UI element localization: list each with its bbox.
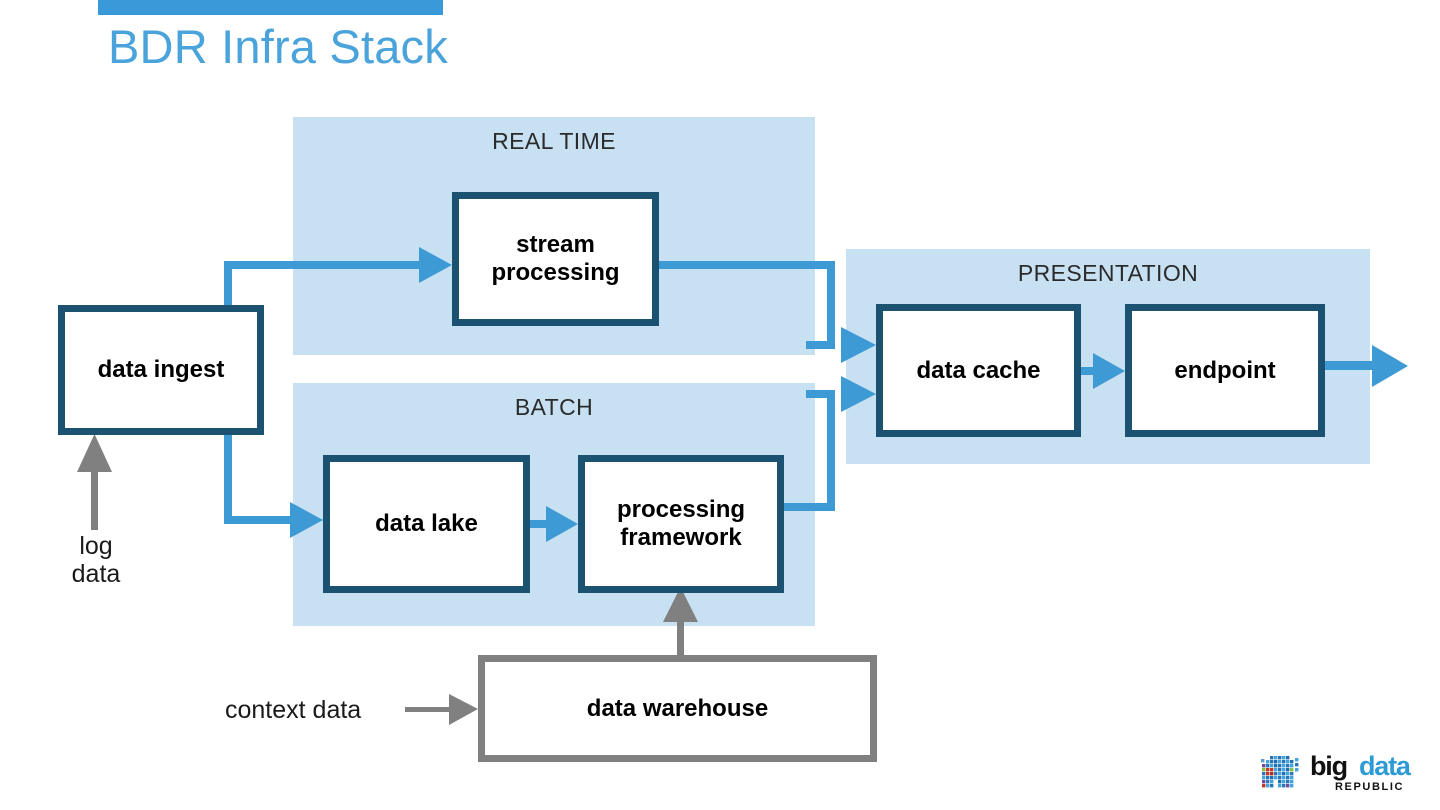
box-label-line-1: processing bbox=[616, 496, 746, 524]
box-label-endpoint: endpoint bbox=[1174, 356, 1276, 384]
pixel-elephant-icon bbox=[1261, 756, 1299, 788]
logo-wordmark: big data REPUBLIC bbox=[1310, 752, 1434, 798]
label-log-data-line-1: log bbox=[79, 532, 113, 560]
label-context-data: context data bbox=[225, 696, 362, 724]
box-data-ingest[interactable]: data ingest bbox=[58, 305, 264, 435]
page-title: BDR Infra Stack bbox=[108, 20, 448, 73]
brand-logo: big data REPUBLIC bbox=[1258, 752, 1434, 800]
box-label-line-2: framework bbox=[620, 524, 742, 551]
box-endpoint[interactable]: endpoint bbox=[1125, 304, 1325, 437]
label-log-data-line-2: data bbox=[71, 559, 121, 588]
box-label-data-ingest: data ingest bbox=[97, 356, 225, 384]
zone-label-batch: BATCH bbox=[514, 394, 594, 420]
zone-label-real-time: REAL TIME bbox=[492, 128, 616, 154]
box-data-warehouse[interactable]: data warehouse bbox=[478, 655, 877, 762]
box-data-lake[interactable]: data lake bbox=[323, 455, 530, 593]
box-stream-processing[interactable]: stream processing bbox=[452, 192, 659, 326]
box-label-processing-framework: processing framework bbox=[613, 496, 749, 551]
logo-word-big: big bbox=[1310, 751, 1348, 781]
box-label-data-lake: data lake bbox=[375, 510, 478, 538]
arrow-log-data-to-data-ingest bbox=[77, 434, 112, 530]
box-label-stream-processing: stream processing bbox=[487, 231, 623, 286]
box-label-line-2: processing bbox=[491, 259, 620, 286]
logo-word-data: data bbox=[1359, 751, 1411, 781]
box-data-cache[interactable]: data cache bbox=[876, 304, 1081, 437]
label-log-data: log data bbox=[50, 532, 142, 588]
title-accent-bar bbox=[98, 0, 443, 15]
zone-label-presentation: PRESENTATION bbox=[1017, 260, 1199, 286]
arrow-context-data-to-data-warehouse bbox=[405, 694, 478, 725]
logo-word-republic: REPUBLIC bbox=[1335, 781, 1405, 793]
box-label-data-cache: data cache bbox=[916, 356, 1041, 384]
slide-canvas: BDR Infra Stack REAL TIME BATCH PRESENTA… bbox=[0, 0, 1440, 810]
box-processing-framework[interactable]: processing framework bbox=[578, 455, 784, 593]
box-label-line-1: stream bbox=[516, 231, 595, 259]
box-label-data-warehouse: data warehouse bbox=[586, 694, 769, 722]
